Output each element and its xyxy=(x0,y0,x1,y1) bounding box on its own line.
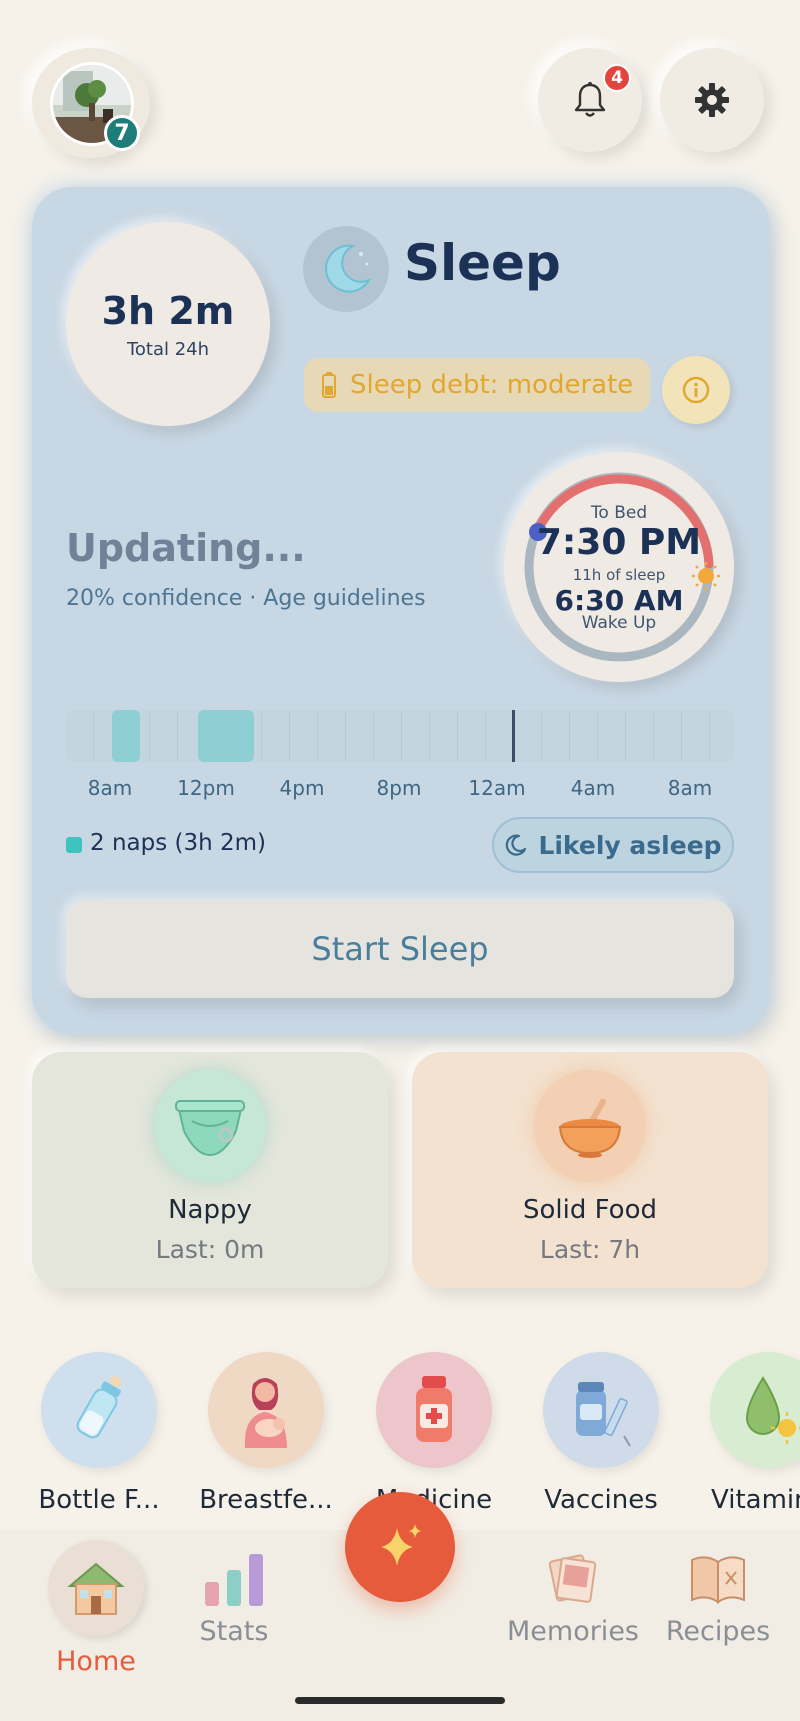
stats-icon xyxy=(205,1554,263,1606)
solid-food-last: Last: 7h xyxy=(539,1235,641,1264)
nav-memories-label: Memories xyxy=(506,1616,639,1647)
nap-block[interactable] xyxy=(198,710,254,762)
breastfeeding-icon xyxy=(244,1378,287,1448)
to-bed-label: To Bed xyxy=(590,503,648,523)
timeline-label: 8pm xyxy=(376,776,422,800)
quick-action-medicine[interactable] xyxy=(376,1352,492,1468)
nav-memories[interactable]: Memories xyxy=(503,1548,643,1647)
nappy-icon-circle xyxy=(154,1070,266,1182)
timeline-label: 4am xyxy=(570,776,616,800)
timeline-slot xyxy=(486,710,514,762)
timeline-slot xyxy=(262,710,290,762)
vitamin-icon xyxy=(745,1376,800,1444)
magic-action-button[interactable] xyxy=(345,1492,455,1602)
quick-action-label: Vitamin xyxy=(711,1485,800,1515)
solid-food-icon-circle xyxy=(534,1070,646,1182)
quick-action-label: Vaccines xyxy=(544,1485,658,1515)
home-icon-circle xyxy=(48,1540,144,1636)
nappy-icon xyxy=(175,1100,245,1157)
nappy-last: Last: 0m xyxy=(155,1235,265,1264)
gear-icon xyxy=(695,83,729,117)
notification-badge: 4 xyxy=(603,64,631,92)
nav-stats-label: Stats xyxy=(199,1616,269,1647)
quick-action-label: Bottle F... xyxy=(38,1485,160,1515)
moon-outline-icon xyxy=(506,834,527,856)
total-sleep-label: Total 24h xyxy=(126,338,210,360)
nap-legend-swatch xyxy=(66,837,82,853)
timeline-slot xyxy=(430,710,458,762)
timeline-slot xyxy=(682,710,710,762)
timeline-label: 8am xyxy=(667,776,713,800)
home-indicator xyxy=(295,1697,505,1704)
quick-action-label: Breastfe... xyxy=(199,1485,333,1515)
timeline-slot xyxy=(514,710,542,762)
nappy-card[interactable]: Nappy Last: 0m xyxy=(32,1052,388,1288)
likely-asleep-label: Likely asleep xyxy=(538,830,722,860)
timeline-slot xyxy=(598,710,626,762)
likely-asleep-button[interactable]: Likely asleep xyxy=(492,817,734,873)
recipe-book-icon xyxy=(691,1556,745,1604)
solid-food-card[interactable]: Solid Food Last: 7h xyxy=(412,1052,768,1288)
notifications-button[interactable] xyxy=(538,48,642,152)
info-icon xyxy=(682,376,710,404)
timeline-labels: 8am 12pm 4pm 8pm 12am 4am 8am xyxy=(66,776,734,804)
nav-recipes[interactable]: Recipes xyxy=(648,1548,788,1647)
memories-icon xyxy=(548,1554,597,1603)
sleep-debt-badge[interactable]: Sleep debt: moderate xyxy=(304,358,650,412)
timeline-slot xyxy=(654,710,682,762)
start-sleep-button[interactable]: Start Sleep xyxy=(66,900,734,998)
nap-block[interactable] xyxy=(112,710,140,762)
sparkles-icon xyxy=(381,1524,421,1566)
timeline-label: 12pm xyxy=(177,776,235,800)
timeline-slot xyxy=(402,710,430,762)
timeline-label: 12am xyxy=(468,776,526,800)
bed-time: 7:30 PM xyxy=(536,522,702,563)
quick-action-breastfeeding[interactable] xyxy=(208,1352,324,1468)
timeline-label: 4pm xyxy=(279,776,325,800)
timeline-slot xyxy=(290,710,318,762)
total-sleep-value: 3h 2m xyxy=(101,288,235,333)
medicine-icon xyxy=(416,1376,452,1442)
quick-action-bottle[interactable] xyxy=(41,1352,157,1468)
home-icon xyxy=(67,1562,125,1615)
sleep-timeline[interactable] xyxy=(66,710,734,762)
moon-icon-circle xyxy=(303,226,389,312)
quick-action-vaccines[interactable] xyxy=(543,1352,659,1468)
sleep-duration: 11h of sleep xyxy=(572,566,666,584)
timeline-slot xyxy=(346,710,374,762)
info-button[interactable] xyxy=(662,356,730,424)
timeline-slot xyxy=(570,710,598,762)
timeline-slot xyxy=(374,710,402,762)
timeline-slot xyxy=(626,710,654,762)
sleep-debt-label: Sleep debt: moderate xyxy=(350,370,634,400)
timeline-slot xyxy=(458,710,486,762)
bottle-icon xyxy=(76,1375,122,1439)
timeline-label: 8am xyxy=(87,776,133,800)
battery-icon xyxy=(322,372,336,398)
naps-summary: 2 naps (3h 2m) xyxy=(90,830,267,856)
timeline-slot xyxy=(66,710,94,762)
prediction-status: Updating... xyxy=(66,526,306,570)
vaccine-icon xyxy=(576,1382,631,1447)
current-time-marker xyxy=(512,710,515,762)
nappy-title: Nappy xyxy=(168,1195,252,1225)
nav-recipes-label: Recipes xyxy=(665,1616,771,1647)
confidence-text: 20% confidence · Age guidelines xyxy=(66,586,426,611)
sleep-title: Sleep xyxy=(404,234,561,292)
settings-button[interactable] xyxy=(660,48,764,152)
nav-home-label: Home xyxy=(56,1646,136,1677)
solid-food-title: Solid Food xyxy=(523,1195,657,1225)
bell-icon xyxy=(574,82,606,117)
nav-stats[interactable]: Stats xyxy=(164,1548,304,1647)
nav-home[interactable]: Home xyxy=(26,1540,166,1677)
quick-action-vitamin[interactable] xyxy=(710,1352,800,1468)
total-sleep-circle: 3h 2m Total 24h xyxy=(66,222,270,426)
timeline-slot xyxy=(542,710,570,762)
timeline-slot xyxy=(318,710,346,762)
bowl-icon xyxy=(558,1098,622,1158)
timeline-slot xyxy=(150,710,178,762)
avatar-badge: 7 xyxy=(104,115,140,151)
wake-up-label: Wake Up xyxy=(581,613,657,633)
moon-icon xyxy=(325,244,372,293)
